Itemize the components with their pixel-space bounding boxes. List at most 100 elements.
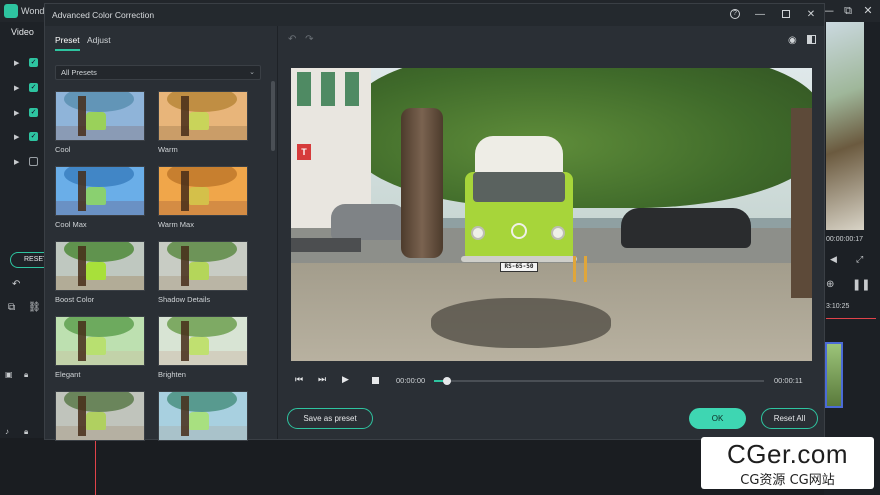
preset-item[interactable]: Warm	[158, 91, 248, 155]
ok-button[interactable]: OK	[689, 408, 746, 429]
save-as-preset-button[interactable]: Save as preset	[287, 408, 373, 429]
checkbox-unchecked-icon[interactable]	[29, 157, 38, 166]
reset-all-button[interactable]: Reset All	[761, 408, 818, 429]
preset-label: Cool Max	[55, 220, 87, 229]
preview-bench	[291, 238, 361, 252]
preset-label: Boost Color	[55, 295, 95, 304]
snapshot-icon[interactable]: ⧉	[8, 302, 15, 313]
preset-item[interactable]: Cool Max	[55, 166, 145, 230]
thumbnail-van	[189, 337, 209, 355]
checkbox-checked-icon[interactable]: ✓	[29, 132, 38, 141]
preset-item[interactable]	[55, 391, 145, 441]
thumbnail-tree	[181, 246, 189, 286]
thumbnail-tree	[78, 246, 86, 286]
preview-sign: T	[297, 144, 311, 160]
preset-item[interactable]	[158, 391, 248, 441]
dialog-close-button[interactable]: ✕	[801, 6, 821, 24]
dialog-minimize-button[interactable]: —	[750, 6, 770, 24]
undo-icon[interactable]: ↶	[288, 34, 296, 45]
preview-car	[621, 208, 751, 248]
play-icon[interactable]: ▶	[342, 374, 349, 385]
preset-panel: Preset Adjust All Presets ⌄ Cool Warm Cool…	[45, 26, 278, 441]
preset-item[interactable]: Warm Max	[158, 166, 248, 230]
list-item[interactable]: ▶	[0, 156, 44, 170]
thumbnail-van	[86, 337, 106, 355]
preview-van-windshield	[473, 172, 565, 202]
preview-headlight	[551, 226, 565, 240]
watermark: CGer.com CG资源 CG网站	[701, 437, 874, 489]
preset-scrollbar[interactable]	[271, 81, 275, 151]
preview-shadow	[431, 298, 611, 348]
add-marker-icon[interactable]: ⊕	[826, 279, 834, 290]
preview-headlight	[471, 226, 485, 240]
volume-icon[interactable]: ◀	[830, 254, 837, 265]
list-item[interactable]: ▶ ✓	[0, 131, 44, 145]
dialog-titlebar: Advanced Color Correction ? — ✕	[45, 4, 824, 26]
checkbox-checked-icon[interactable]: ✓	[29, 83, 38, 92]
history-controls: ↶ ↷	[288, 34, 314, 45]
expand-arrow-icon[interactable]: ▶	[14, 109, 19, 117]
help-button[interactable]: ?	[725, 6, 745, 24]
tab-video[interactable]: Video	[11, 27, 34, 37]
stop-icon[interactable]	[372, 377, 379, 384]
preview-panel: ↶ ↷ ◉ T RS-65-50 ⏮ ⏭ ▶ 00:00:00 00:00:11…	[278, 26, 824, 439]
list-item[interactable]: ▶ ✓	[0, 82, 44, 96]
preset-thumbnail	[55, 391, 145, 441]
skip-back-icon[interactable]: ⏮	[295, 374, 303, 385]
tab-adjust[interactable]: Adjust	[87, 35, 111, 51]
preset-thumbnail	[158, 241, 248, 291]
checkbox-checked-icon[interactable]: ✓	[29, 108, 38, 117]
timeline-clip[interactable]	[825, 342, 843, 408]
thumbnail-tree	[78, 171, 86, 211]
preset-item[interactable]: Cool	[55, 91, 145, 155]
ruler-playhead	[826, 318, 876, 319]
preset-item[interactable]: Brighten	[158, 316, 248, 380]
preset-item[interactable]: Shadow Details	[158, 241, 248, 305]
thumbnail-van	[86, 187, 106, 205]
split-compare-icon[interactable]	[807, 35, 816, 44]
expand-arrow-icon[interactable]: ▶	[14, 133, 19, 141]
expand-arrow-icon[interactable]: ▶	[14, 59, 19, 67]
thumbnail-van	[189, 262, 209, 280]
list-item[interactable]: ▶ ✓	[0, 57, 44, 71]
undo-icon[interactable]: ↶	[12, 279, 20, 290]
preset-thumbnail	[158, 91, 248, 141]
thumbnail-van	[86, 262, 106, 280]
link-icon[interactable]: ⛓	[28, 302, 41, 313]
redo-icon[interactable]: ↷	[305, 34, 313, 45]
thumbnail-tree	[181, 171, 189, 211]
lock-icon[interactable]: 🔒︎	[24, 370, 28, 380]
app-restore-button[interactable]: ⧉	[838, 2, 858, 20]
eye-icon[interactable]: ◉	[788, 35, 797, 46]
preset-label: Cool	[55, 145, 71, 154]
playhead[interactable]	[95, 438, 96, 495]
dialog-maximize-button[interactable]	[776, 6, 796, 24]
preset-filter-dropdown[interactable]: All Presets ⌄	[55, 65, 261, 80]
total-time: 00:00:11	[774, 376, 803, 385]
tab-preset[interactable]: Preset	[55, 35, 80, 51]
checkbox-checked-icon[interactable]: ✓	[29, 58, 38, 67]
watermark-subtitle: CG资源 CG网站	[740, 473, 835, 488]
expand-arrow-icon[interactable]: ▶	[14, 84, 19, 92]
preview-tree-trunk	[401, 108, 443, 258]
preset-item[interactable]: Boost Color	[55, 241, 145, 305]
transport-controls: ⏮ ⏭ ▶ 00:00:00 00:00:11	[291, 373, 812, 389]
list-item[interactable]: ▶ ✓	[0, 107, 44, 121]
pause-icon[interactable]: ❚❚	[852, 278, 870, 291]
fullscreen-icon[interactable]: ⤢	[856, 254, 863, 265]
lock-icon[interactable]: 🔒︎	[24, 427, 28, 437]
app-close-button[interactable]: ✕	[858, 2, 878, 20]
expand-arrow-icon[interactable]: ▶	[14, 158, 19, 166]
reset-button[interactable]: RESET	[10, 252, 47, 268]
audio-track-icon: ♪	[5, 427, 9, 436]
preview-van-roof	[475, 136, 563, 176]
scrub-handle[interactable]	[443, 377, 452, 385]
step-forward-icon[interactable]: ⏭	[318, 374, 326, 385]
preset-item[interactable]: Elegant	[55, 316, 145, 380]
ruler-timecode: 3:10:25	[826, 303, 850, 310]
dialog-title: Advanced Color Correction	[52, 10, 155, 20]
scrub-bar[interactable]	[434, 377, 764, 385]
preview-van-logo	[511, 223, 527, 239]
preset-thumbnail	[55, 241, 145, 291]
maximize-icon	[782, 10, 790, 19]
